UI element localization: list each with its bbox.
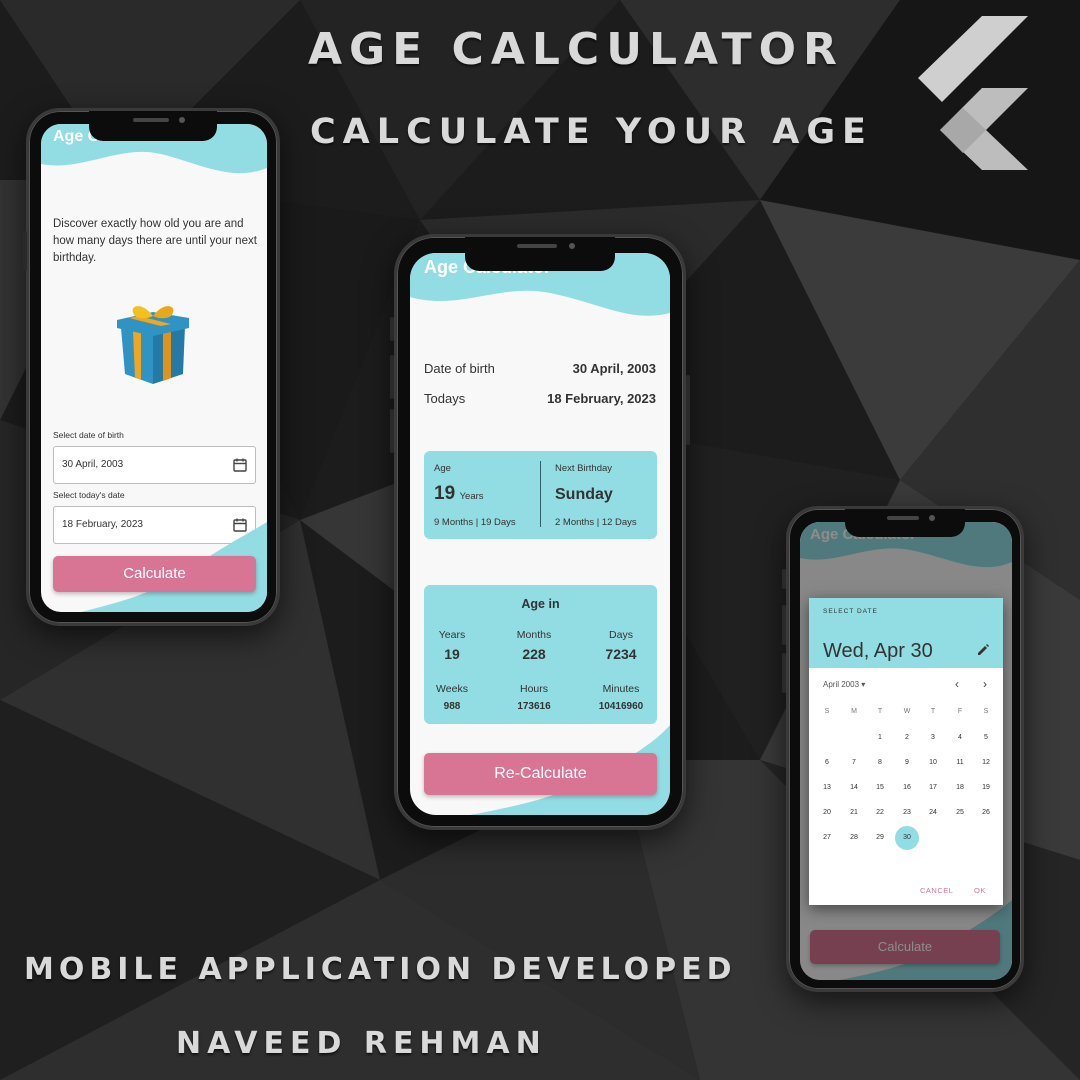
calendar-day[interactable]: 27	[815, 826, 839, 850]
weekday-label: W	[903, 708, 911, 715]
poster-footer-author: NAVEED REHMAN	[176, 1026, 547, 1061]
weekday-label: F	[957, 708, 963, 715]
age-years-value: 19	[434, 483, 456, 504]
calendar-day[interactable]: 29	[868, 826, 892, 850]
calendar-day[interactable]: 16	[895, 776, 919, 800]
poster-title: AGE CALCULATOR	[308, 24, 844, 75]
date-picker-header: SELECT DATE Wed, Apr 30	[809, 598, 1003, 668]
calendar-day[interactable]: 2	[895, 726, 919, 750]
calendar-day[interactable]: 12	[974, 751, 998, 775]
phone-home-screen: Age Calculator Discover exactly how old …	[23, 108, 280, 626]
month-year-selector[interactable]: April 2003 ▾	[823, 680, 865, 689]
flutter-logo-icon	[918, 16, 1028, 170]
dob-field[interactable]: 30 April, 2003	[53, 446, 256, 484]
calendar-day[interactable]: 20	[815, 801, 839, 825]
weekday-label: T	[877, 708, 883, 715]
next-month-icon[interactable]: ›	[983, 677, 987, 691]
calendar-day[interactable]: 9	[895, 751, 919, 775]
age-years: 19 Years	[434, 483, 484, 505]
today-label: Todays	[424, 391, 466, 406]
age-in-minutes: Minutes 10416960	[598, 683, 644, 712]
poster-subtitle: CALCULATE YOUR AGE	[310, 112, 873, 152]
calendar-day[interactable]: 28	[842, 826, 866, 850]
dropdown-arrow-icon: ▾	[861, 680, 866, 689]
age-in-hours: Hours 173616	[517, 683, 551, 712]
next-birthday-day: Sunday	[555, 486, 613, 503]
calendar-day[interactable]: 7	[842, 751, 866, 775]
age-years-unit: Years	[459, 491, 484, 502]
phone-notch	[89, 111, 217, 141]
ok-button[interactable]: OK	[974, 886, 986, 895]
result-screen: Age Calculator Date of birth 30 April, 2…	[410, 253, 670, 815]
today-row: Todays 18 February, 2023	[424, 391, 656, 406]
calendar-day[interactable]: 25	[948, 801, 972, 825]
edit-pencil-icon[interactable]	[977, 644, 989, 656]
previous-month-icon[interactable]: ‹	[955, 677, 959, 691]
poster-footer-developed: MOBILE APPLICATION DEVELOPED	[24, 952, 737, 987]
date-picker-dialog: SELECT DATE Wed, Apr 30 April 2003 ▾ ‹ ›…	[809, 598, 1003, 905]
calendar-day[interactable]: 19	[974, 776, 998, 800]
calendar-day-selected[interactable]: 30	[895, 826, 919, 850]
age-in-days: Days 7234	[605, 629, 637, 662]
next-birthday-label: Next Birthday	[555, 463, 613, 474]
card-divider	[540, 461, 541, 527]
age-label: Age	[434, 463, 451, 474]
calendar-day[interactable]: 11	[948, 751, 972, 775]
calendar-icon[interactable]	[233, 458, 247, 472]
dob-row: Date of birth 30 April, 2003	[424, 361, 656, 376]
calendar-day[interactable]: 14	[842, 776, 866, 800]
dob-label: Date of birth	[424, 361, 495, 376]
weekday-label: M	[851, 708, 857, 715]
date-picker-screen: Age Calculator Calculate SELECT DATE Wed…	[800, 522, 1012, 980]
phone-date-picker-screen: Age Calculator Calculate SELECT DATE Wed…	[782, 506, 1024, 992]
calendar-day[interactable]: 3	[921, 726, 945, 750]
calendar-day[interactable]: 1	[868, 726, 892, 750]
calendar-day[interactable]: 24	[921, 801, 945, 825]
gift-box-icon	[117, 306, 189, 384]
calendar-day[interactable]: 8	[868, 751, 892, 775]
age-in-weeks: Weeks 988	[436, 683, 468, 712]
phone-result-screen: Age Calculator Date of birth 30 April, 2…	[390, 234, 690, 830]
calendar-day[interactable]: 10	[921, 751, 945, 775]
calendar-day[interactable]: 5	[974, 726, 998, 750]
age-detail: 9 Months | 19 Days	[434, 517, 516, 528]
weekday-label: S	[983, 708, 989, 715]
dob-value: 30 April, 2003	[572, 361, 656, 376]
calendar-day[interactable]: 6	[815, 751, 839, 775]
month-year-label: April 2003	[823, 680, 860, 689]
calculate-button[interactable]: Calculate	[53, 556, 256, 592]
today-value: 18 February, 2023	[547, 391, 656, 406]
recalculate-button[interactable]: Re-Calculate	[424, 753, 657, 795]
dob-value: 30 April, 2003	[62, 459, 124, 470]
age-in-months: Months 228	[516, 629, 552, 662]
calendar-day[interactable]: 21	[842, 801, 866, 825]
cancel-button[interactable]: CANCEL	[920, 886, 953, 895]
select-date-label: SELECT DATE	[823, 608, 878, 615]
phone-notch	[465, 237, 615, 271]
calendar-day[interactable]: 4	[948, 726, 972, 750]
dob-label: Select date of birth	[53, 430, 124, 440]
next-birthday-detail: 2 Months | 12 Days	[555, 517, 637, 528]
age-in-years: Years 19	[438, 629, 466, 662]
age-card: Age 19 Years 9 Months | 19 Days Next Bir…	[424, 451, 657, 539]
calendar-day[interactable]: 23	[895, 801, 919, 825]
age-in-card: Age in Years 19 Months 228 Days 7234 Wee…	[424, 585, 657, 724]
today-label: Select today's date	[53, 490, 125, 500]
calendar-day[interactable]: 22	[868, 801, 892, 825]
weekday-label: T	[930, 708, 936, 715]
calendar-day[interactable]: 26	[974, 801, 998, 825]
weekday-label: S	[824, 708, 830, 715]
calendar-day[interactable]: 18	[948, 776, 972, 800]
calendar-day[interactable]: 13	[815, 776, 839, 800]
selected-date: Wed, Apr 30	[823, 640, 933, 662]
calendar-day[interactable]: 17	[921, 776, 945, 800]
age-in-title: Age in	[521, 597, 560, 611]
phone-notch	[845, 509, 965, 537]
calendar-day[interactable]: 15	[868, 776, 892, 800]
home-screen: Age Calculator Discover exactly how old …	[41, 124, 267, 612]
intro-description: Discover exactly how old you are and how…	[53, 218, 257, 264]
